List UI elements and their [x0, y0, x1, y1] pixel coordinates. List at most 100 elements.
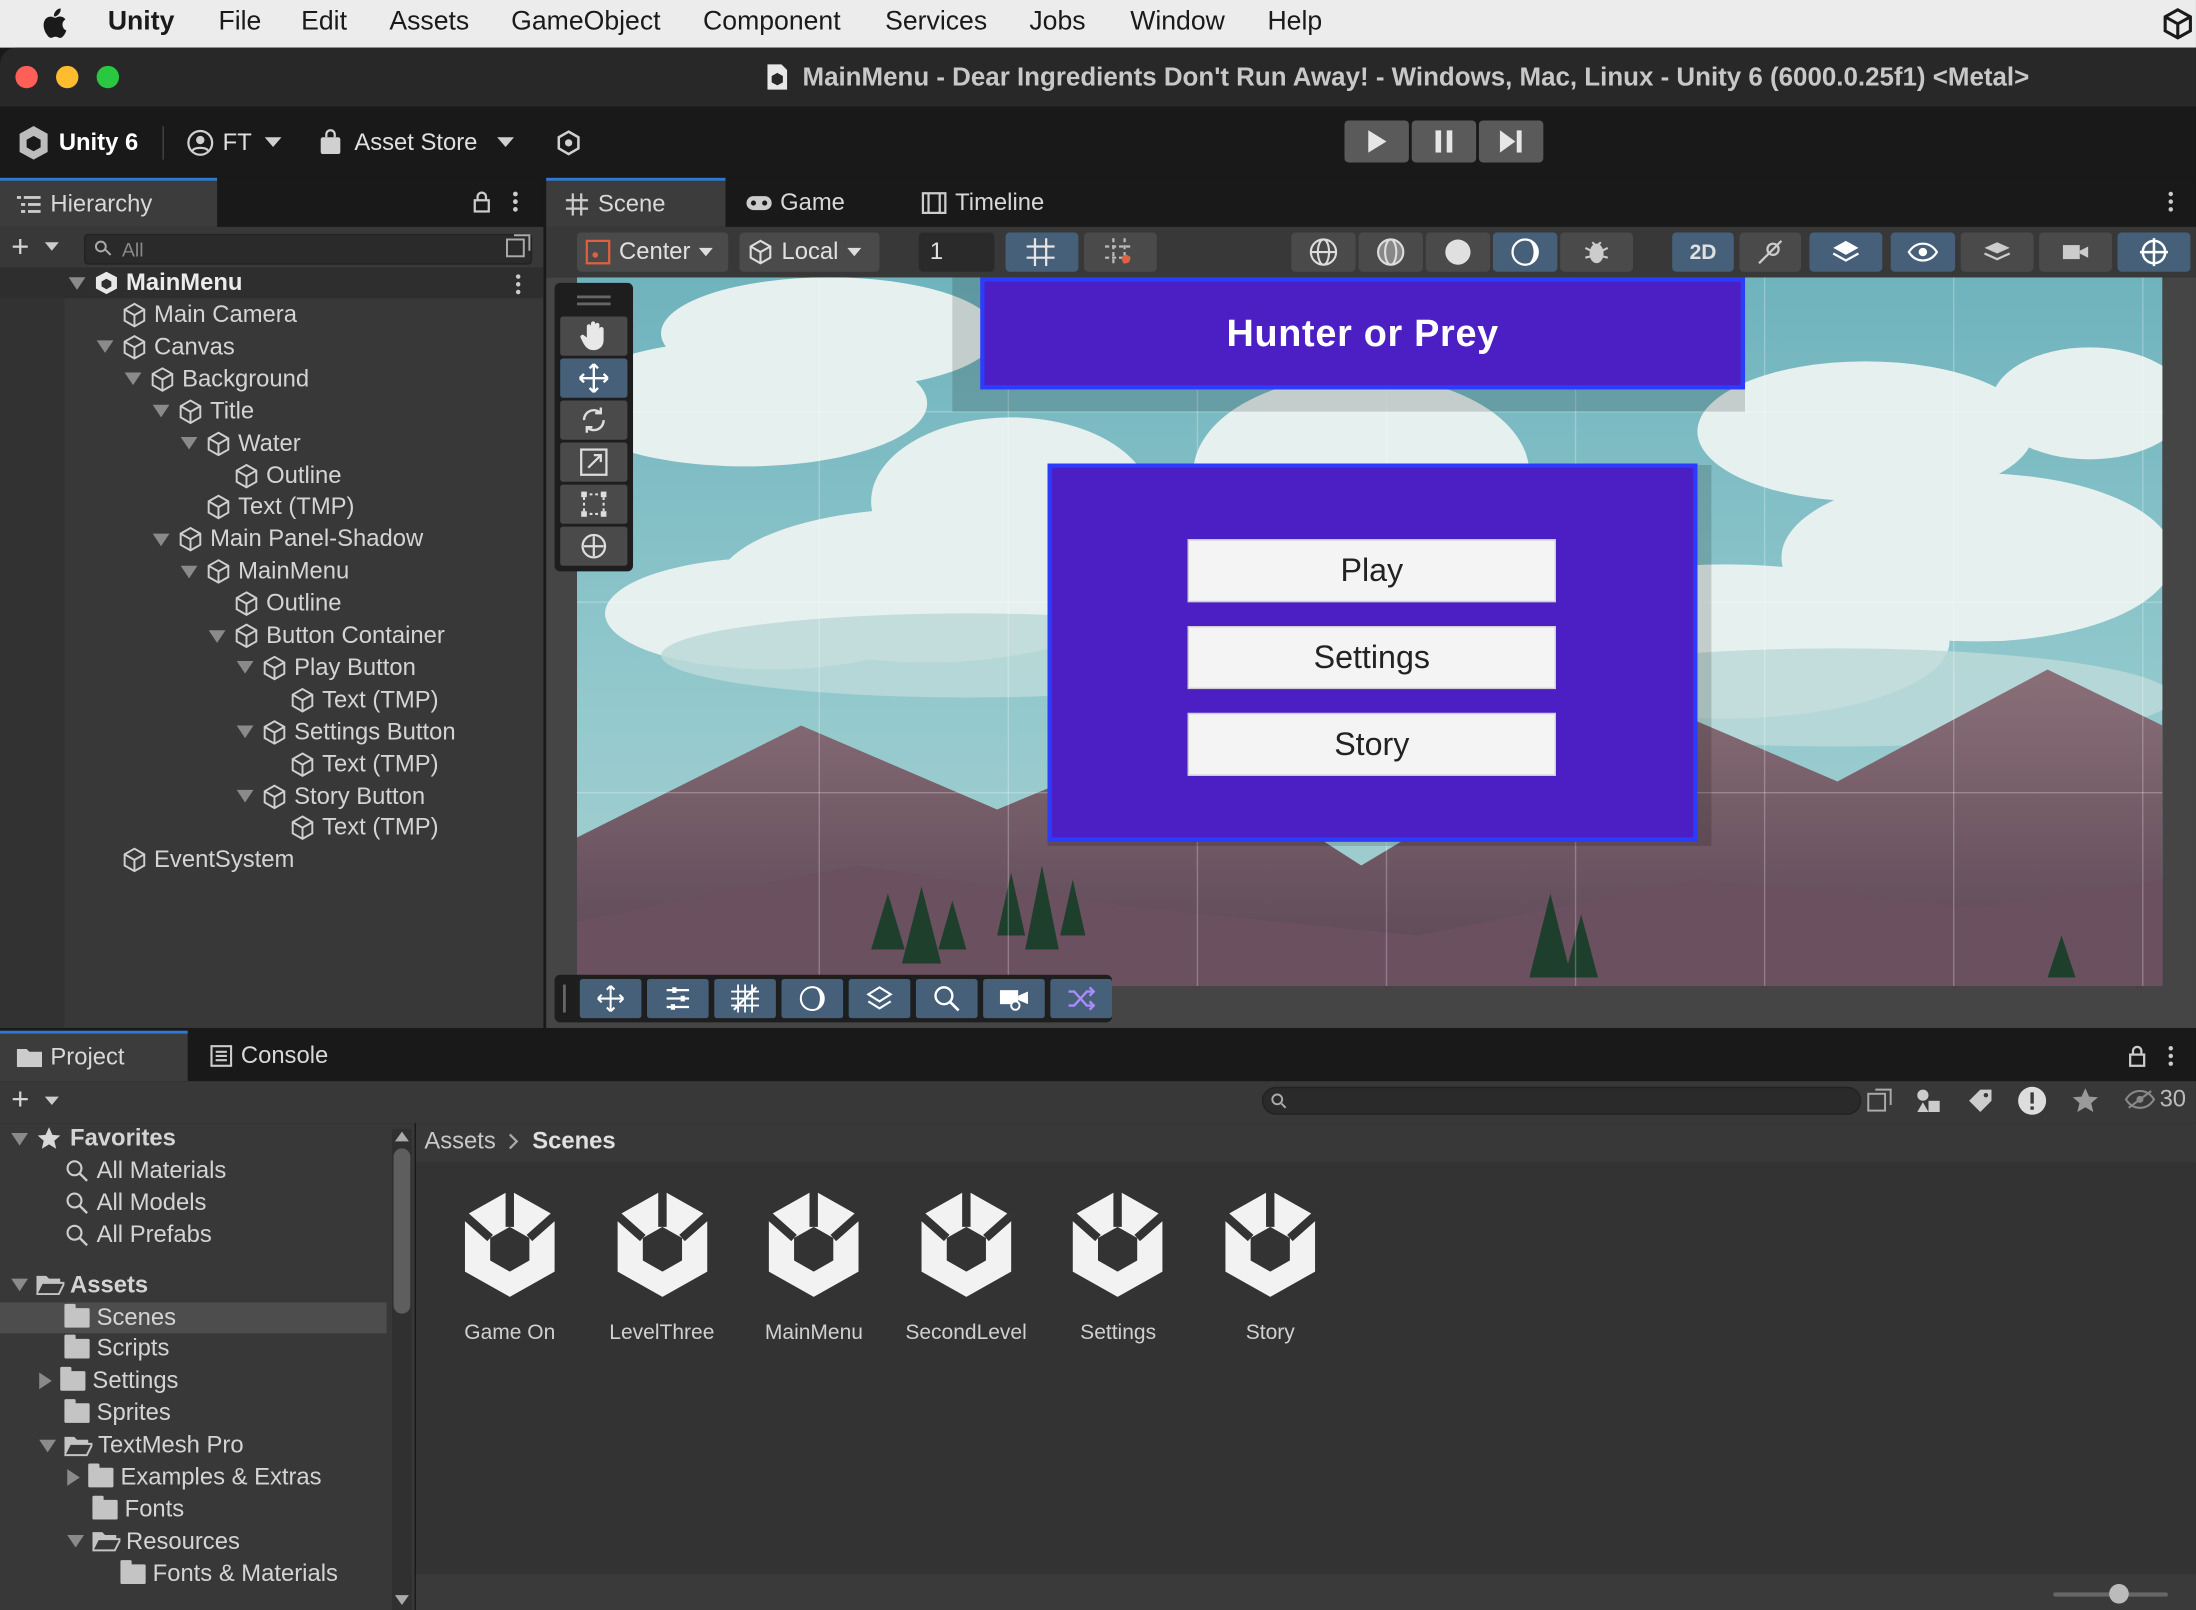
expand-arrow-icon[interactable]: [39, 1439, 57, 1452]
title-banner[interactable]: Hunter or Prey: [980, 277, 1746, 390]
warning-filter-icon[interactable]: [2017, 1085, 2048, 1116]
layers-dropdown[interactable]: [1960, 232, 2034, 272]
project-tree-item[interactable]: TextMesh Pro: [39, 1430, 244, 1461]
asset-store-icon[interactable]: [318, 129, 343, 156]
scene-asset-item[interactable]: Game On: [434, 1185, 585, 1344]
favorites-star-icon[interactable]: [2071, 1087, 2099, 1115]
project-tree-item[interactable]: Examples & Extras: [67, 1462, 322, 1493]
kebab-menu-icon[interactable]: [510, 190, 521, 212]
hidden-packages-count[interactable]: 30: [2124, 1085, 2186, 1113]
grid-snap-toggle[interactable]: [1005, 232, 1079, 272]
project-search-input[interactable]: [1261, 1086, 1862, 1115]
create-add-button[interactable]: +: [11, 230, 29, 262]
expand-arrow-icon[interactable]: [96, 340, 114, 354]
hierarchy-item[interactable]: Story Button: [236, 781, 425, 812]
expand-arrow-icon[interactable]: [236, 661, 254, 675]
expand-arrow-icon[interactable]: [152, 533, 170, 546]
close-window-button[interactable]: [15, 65, 38, 89]
zoom-window-button[interactable]: [96, 65, 120, 89]
overlay-grid-button[interactable]: [714, 978, 776, 1019]
overlay-layers-button[interactable]: [848, 978, 911, 1019]
scene-asset-item[interactable]: Story: [1195, 1185, 1346, 1344]
tab-hierarchy[interactable]: Hierarchy: [0, 177, 218, 227]
project-kebab-icon[interactable]: [2165, 1045, 2176, 1067]
filter-by-type-icon[interactable]: [1914, 1087, 1942, 1115]
expand-arrow-icon[interactable]: [11, 1132, 29, 1145]
project-tree-item[interactable]: Settings: [39, 1366, 178, 1397]
project-create-chevron-icon[interactable]: [44, 1096, 59, 1105]
camera-settings-dropdown[interactable]: [2039, 232, 2112, 272]
account-chevron-down-icon[interactable]: [264, 137, 282, 148]
overlay-shuffle-button[interactable]: [1050, 978, 1112, 1019]
search-in-scene-icon[interactable]: [1867, 1088, 1892, 1113]
tab-scene[interactable]: Scene: [546, 177, 726, 227]
menu-edit[interactable]: Edit: [301, 7, 347, 38]
pivot-center-dropdown[interactable]: Center: [577, 232, 729, 272]
scene-visibility-toggle[interactable]: [1890, 232, 1956, 272]
scale-tool-button[interactable]: [560, 442, 628, 482]
rotate-tool-button[interactable]: [560, 400, 628, 440]
menu-app-name[interactable]: Unity: [108, 7, 175, 38]
hierarchy-item[interactable]: Main Camera: [122, 300, 297, 331]
overlay-camera-button[interactable]: [983, 978, 1045, 1019]
asset-store-chevron-down-icon[interactable]: [497, 137, 514, 148]
expand-arrow-icon[interactable]: [67, 1535, 85, 1548]
expand-arrow-icon[interactable]: [236, 789, 254, 803]
transform-tool-button[interactable]: [560, 526, 628, 566]
expand-arrow-icon[interactable]: [68, 276, 86, 290]
filter-by-label-icon[interactable]: [1966, 1087, 1994, 1115]
asset-store-dropdown[interactable]: Asset Store: [354, 129, 477, 157]
overlay-search-button[interactable]: [915, 978, 978, 1019]
menu-assets[interactable]: Assets: [389, 7, 469, 38]
project-tree-item[interactable]: Fonts & Materials: [120, 1558, 338, 1589]
hierarchy-item[interactable]: Outline: [234, 588, 342, 619]
draw-mode-shaded-wire-button[interactable]: [1358, 232, 1423, 272]
project-tree-item[interactable]: Scenes: [64, 1302, 176, 1333]
unity-status-icon[interactable]: [2161, 7, 2195, 41]
debug-draw-mode-dropdown[interactable]: [1560, 232, 1633, 272]
space-local-dropdown[interactable]: Local: [739, 232, 880, 272]
menu-gameobject[interactable]: GameObject: [511, 7, 660, 38]
overlay-settings-button[interactable]: [647, 978, 709, 1019]
effects-dropdown[interactable]: [1809, 232, 1883, 272]
hierarchy-item[interactable]: Play Button: [236, 652, 416, 683]
menu-ui-button[interactable]: Settings: [1187, 626, 1556, 690]
project-tree-item[interactable]: Sprites: [64, 1398, 171, 1429]
scene-asset-item[interactable]: Settings: [1043, 1185, 1194, 1344]
project-tree-scroll-thumb[interactable]: [393, 1148, 411, 1314]
draw-mode-unlit-button[interactable]: [1492, 232, 1558, 272]
breadcrumb-scenes[interactable]: Scenes: [532, 1127, 615, 1155]
hand-tool-button[interactable]: [560, 316, 628, 356]
create-chevron-down-icon[interactable]: [44, 242, 59, 251]
tab-timeline[interactable]: Timeline: [921, 178, 1044, 227]
menu-ui-button[interactable]: Play: [1187, 539, 1556, 603]
project-tree-item[interactable]: All Materials: [64, 1155, 226, 1186]
account-icon[interactable]: [186, 129, 214, 157]
menu-help[interactable]: Help: [1267, 7, 1322, 38]
menu-component[interactable]: Component: [703, 7, 841, 38]
menu-jobs[interactable]: Jobs: [1029, 7, 1085, 38]
lighting-toggle[interactable]: [1739, 232, 1802, 272]
breadcrumb-assets[interactable]: Assets: [424, 1127, 495, 1155]
project-tree-item[interactable]: Favorites: [11, 1123, 176, 1154]
menu-file[interactable]: File: [218, 7, 261, 38]
menu-services[interactable]: Services: [885, 7, 987, 38]
hierarchy-item[interactable]: Canvas: [96, 332, 235, 363]
draw-mode-wireframe-button[interactable]: [1291, 232, 1356, 272]
project-tree-item[interactable]: All Prefabs: [64, 1220, 212, 1251]
scene-asset-item[interactable]: SecondLevel: [890, 1185, 1041, 1344]
hierarchy-item[interactable]: Text (TMP): [290, 749, 439, 780]
project-tree-item[interactable]: Assets: [11, 1270, 148, 1301]
project-tree-item[interactable]: Resources: [67, 1526, 240, 1557]
tab-console[interactable]: Console: [210, 1031, 328, 1081]
move-tool-button[interactable]: [560, 358, 628, 398]
play-button[interactable]: [1344, 120, 1409, 163]
collapsed-arrow-icon[interactable]: [67, 1469, 80, 1486]
project-tree-item[interactable]: Fonts: [92, 1494, 184, 1525]
expand-arrow-icon[interactable]: [180, 437, 198, 450]
overlay-drag-handle[interactable]: [563, 984, 566, 1013]
project-tree-item[interactable]: All Models: [64, 1188, 206, 1219]
apple-icon[interactable]: [39, 8, 67, 39]
hierarchy-item[interactable]: Main Panel-Shadow: [152, 524, 423, 555]
menu-window[interactable]: Window: [1130, 7, 1225, 38]
